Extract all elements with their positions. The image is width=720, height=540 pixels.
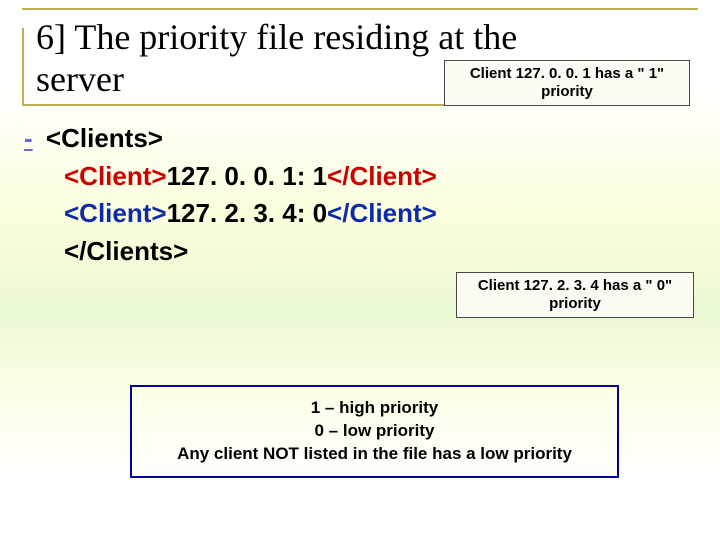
legend-box: 1 – high priority 0 – low priority Any c… bbox=[130, 385, 619, 478]
xml-line-close: </Clients> bbox=[24, 233, 437, 271]
legend-line: Any client NOT listed in the file has a … bbox=[142, 443, 607, 466]
title-line-1: 6] The priority file residing at the bbox=[36, 17, 517, 57]
collapse-dash-icon: - bbox=[24, 123, 33, 153]
xml-tag: </Clients> bbox=[64, 236, 188, 266]
xml-line-open: - <Clients> bbox=[24, 120, 437, 158]
slide: 6] The priority file residing at the ser… bbox=[0, 0, 720, 540]
xml-value: 127. 2. 3. 4: 0 bbox=[167, 198, 327, 228]
xml-close-tag: </Client> bbox=[327, 161, 437, 191]
xml-value: 127. 0. 0. 1: 1 bbox=[167, 161, 327, 191]
callout-text: priority bbox=[549, 295, 601, 312]
xml-close-tag: </Client> bbox=[327, 198, 437, 228]
xml-line-client-1: <Client>127. 0. 0. 1: 1</Client> bbox=[24, 158, 437, 196]
callout-text: Client 127. 2. 3. 4 has a " 0" bbox=[478, 277, 672, 294]
callout-text: Client 127. 0. 0. 1 has a " 1" bbox=[470, 65, 664, 82]
title-line-2: server bbox=[36, 59, 124, 99]
legend-line: 0 – low priority bbox=[142, 420, 607, 443]
xml-open-tag: <Client> bbox=[64, 198, 167, 228]
callout-priority-0: Client 127. 2. 3. 4 has a " 0" priority bbox=[456, 272, 694, 318]
xml-tag: <Clients> bbox=[46, 123, 163, 153]
legend-line: 1 – high priority bbox=[142, 397, 607, 420]
xml-line-client-2: <Client>127. 2. 3. 4: 0</Client> bbox=[24, 195, 437, 233]
xml-open-tag: <Client> bbox=[64, 161, 167, 191]
xml-snippet: - <Clients> <Client>127. 0. 0. 1: 1</Cli… bbox=[24, 120, 437, 271]
callout-text: priority bbox=[541, 83, 593, 100]
callout-priority-1: Client 127. 0. 0. 1 has a " 1" priority bbox=[444, 60, 690, 106]
